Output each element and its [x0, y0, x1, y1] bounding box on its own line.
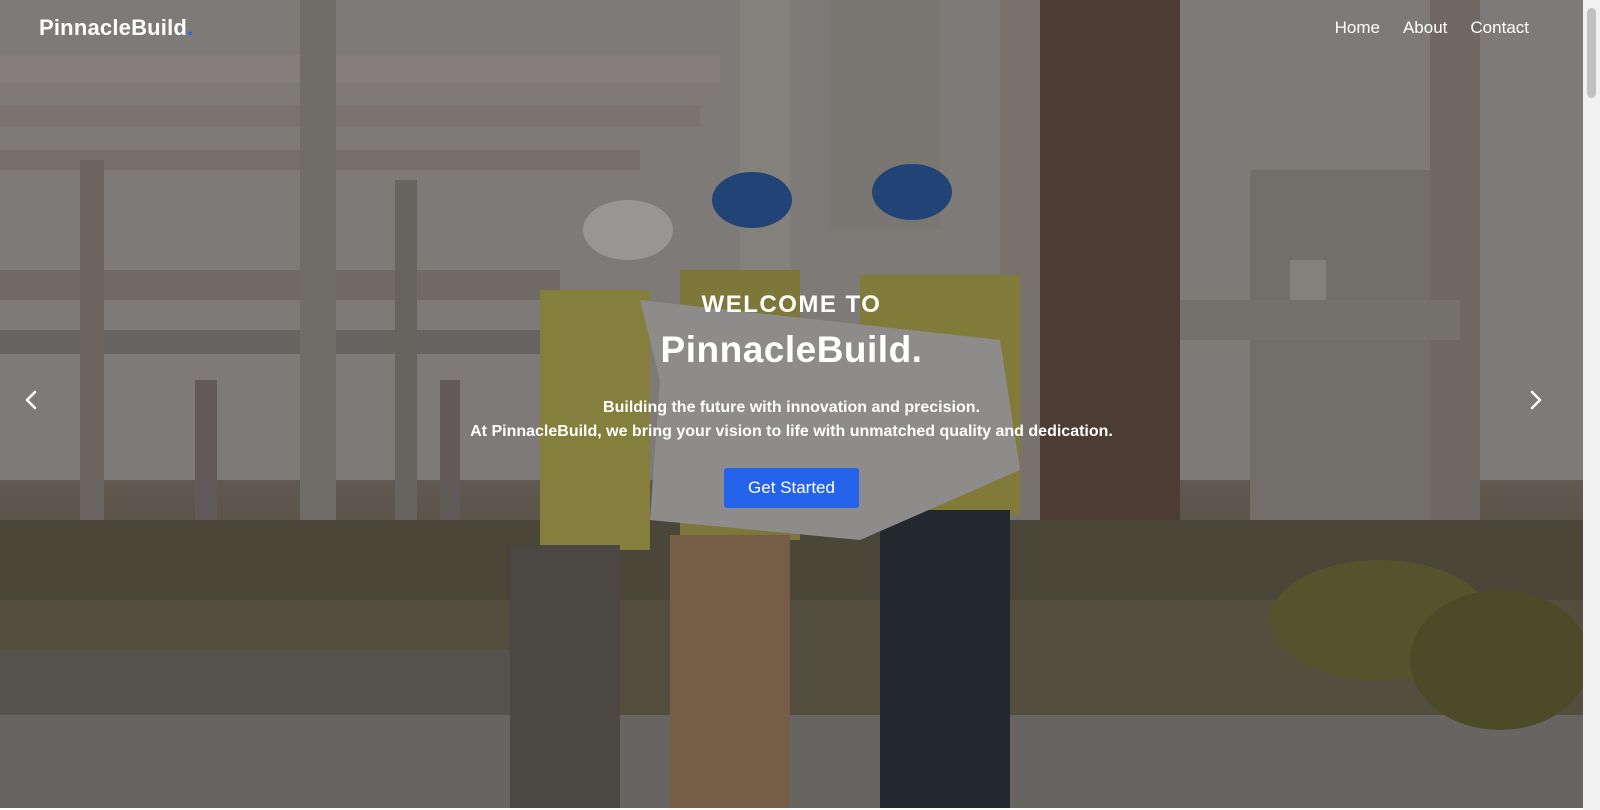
nav-link-about[interactable]: About [1403, 18, 1447, 38]
hero-tagline-line1: Building the future with innovation and … [603, 399, 980, 416]
navbar: PinnacleBuild. Home About Contact [0, 0, 1583, 58]
site-logo[interactable]: PinnacleBuild. [39, 15, 193, 41]
get-started-button[interactable]: Get Started [724, 468, 859, 508]
scrollbar-thumb[interactable] [1587, 8, 1596, 98]
logo-text: PinnacleBuild [39, 15, 188, 40]
hero-brand-title: PinnacleBuild. [660, 329, 923, 370]
hero-tagline: Building the future with innovation and … [0, 396, 1583, 444]
hero-welcome-heading: WELCOME TO [701, 291, 882, 318]
nav-link-contact[interactable]: Contact [1470, 18, 1529, 38]
page-viewport: PinnacleBuild. Home About Contact WELCOM… [0, 0, 1583, 810]
chevron-right-icon [1530, 390, 1542, 410]
carousel-next-button[interactable] [1523, 388, 1547, 412]
chevron-left-icon [25, 390, 37, 410]
nav-link-home[interactable]: Home [1335, 18, 1380, 38]
carousel-prev-button[interactable] [20, 388, 44, 412]
hero-carousel: PinnacleBuild. Home About Contact WELCOM… [0, 0, 1583, 808]
hero-content: WELCOME TO PinnacleBuild. Building the f… [0, 290, 1583, 508]
hero-tagline-line2: At PinnacleBuild, we bring your vision t… [470, 423, 1113, 440]
logo-dot: . [187, 15, 194, 40]
page-scrollbar[interactable] [1583, 0, 1600, 810]
nav-links: Home About Contact [1335, 18, 1529, 38]
